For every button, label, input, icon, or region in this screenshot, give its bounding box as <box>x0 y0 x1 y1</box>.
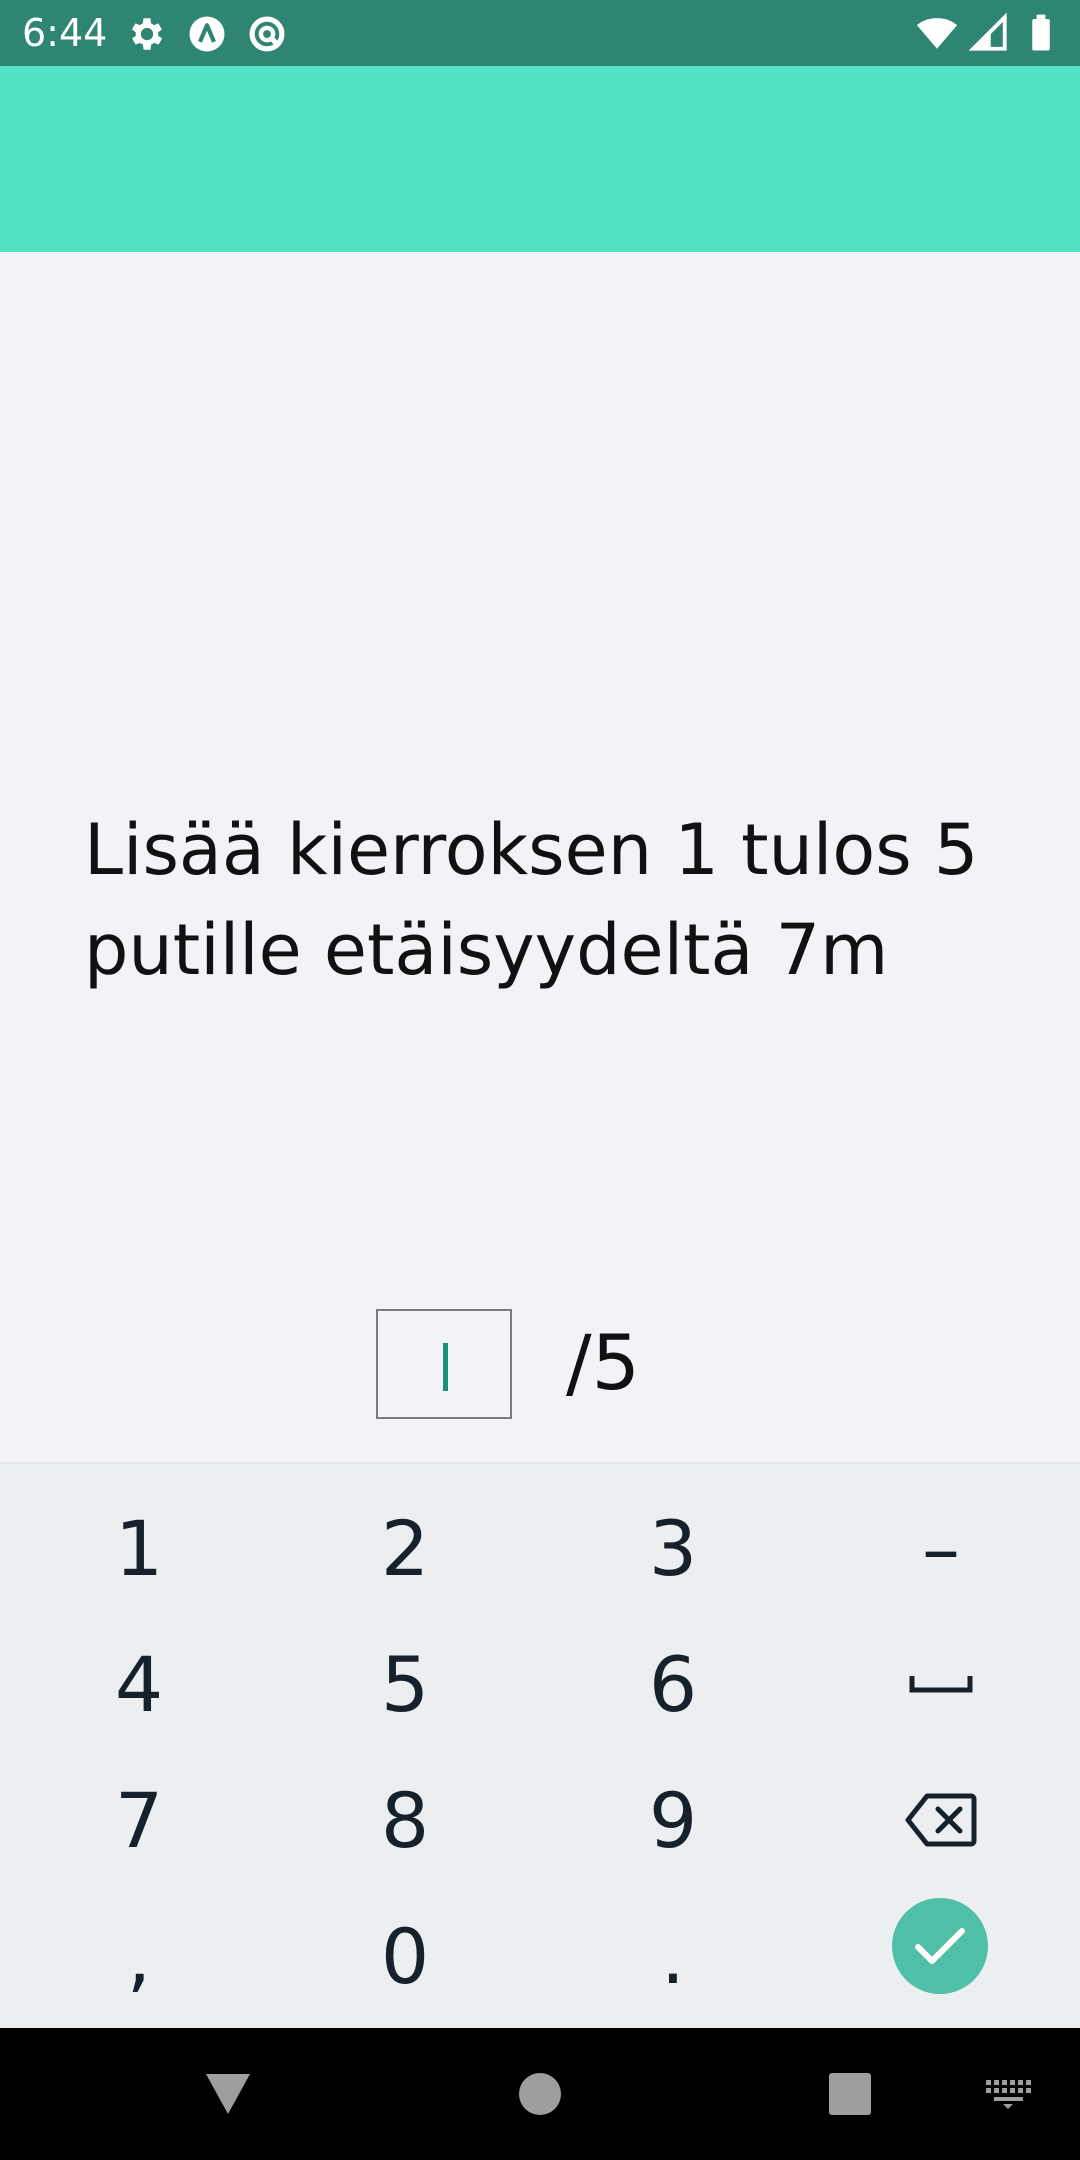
key-comma[interactable]: , <box>4 1888 274 2024</box>
back-button[interactable] <box>178 2028 278 2160</box>
status-time: 6:44 <box>22 11 108 55</box>
key-period-label: . <box>660 1911 686 2001</box>
key-9[interactable]: 9 <box>538 1752 808 1888</box>
key-minus[interactable]: – <box>806 1480 1076 1616</box>
key-0[interactable]: 0 <box>270 1888 540 2024</box>
key-8[interactable]: 8 <box>270 1752 540 1888</box>
back-triangle-icon <box>206 2074 250 2114</box>
checkmark-icon <box>915 1928 965 1964</box>
key-3[interactable]: 3 <box>538 1480 808 1616</box>
app-notification-icon <box>189 16 225 52</box>
home-button[interactable] <box>490 2028 590 2160</box>
key-backspace[interactable] <box>806 1752 1076 1888</box>
key-minus-label: – <box>922 1503 960 1593</box>
key-2[interactable]: 2 <box>270 1480 540 1616</box>
key-8-label: 8 <box>380 1775 430 1865</box>
text-cursor <box>443 1343 448 1391</box>
wifi-icon <box>916 18 958 49</box>
key-6[interactable]: 6 <box>538 1616 808 1752</box>
key-period[interactable]: . <box>538 1888 808 2024</box>
done-button[interactable] <box>892 1898 988 1994</box>
keyboard-switch-button[interactable] <box>976 2028 1040 2160</box>
status-icons-left <box>126 13 288 55</box>
numeric-keyboard: 1 2 3 – 4 5 6 7 8 9 , 0 . <box>0 1462 1080 2028</box>
key-4[interactable]: 4 <box>4 1616 274 1752</box>
home-circle-icon <box>519 2073 561 2115</box>
score-total: /5 <box>566 1318 640 1407</box>
data-saver-icon <box>249 16 285 52</box>
battery-icon <box>1032 14 1050 51</box>
key-1[interactable]: 1 <box>4 1480 274 1616</box>
key-0-label: 0 <box>380 1911 430 2001</box>
key-3-label: 3 <box>648 1503 698 1593</box>
recents-button[interactable] <box>800 2028 900 2160</box>
cell-signal-icon <box>968 12 1007 51</box>
key-5[interactable]: 5 <box>270 1616 540 1752</box>
key-7[interactable]: 7 <box>4 1752 274 1888</box>
keyboard-switch-icon <box>986 2080 1031 2109</box>
prompt-text: Lisää kierroksen 1 tulos 5 putille etäis… <box>84 809 979 991</box>
key-5-label: 5 <box>380 1639 430 1729</box>
key-comma-label: , <box>126 1911 152 2001</box>
key-1-label: 1 <box>114 1503 164 1593</box>
key-4-label: 4 <box>114 1639 164 1729</box>
navigation-bar <box>0 2028 1080 2160</box>
score-input[interactable] <box>376 1309 512 1419</box>
key-9-label: 9 <box>648 1775 698 1865</box>
status-bar: 6:44 <box>0 0 1080 66</box>
backspace-icon <box>905 1793 977 1847</box>
app-bar <box>0 66 1080 252</box>
space-bar-icon <box>909 1676 973 1693</box>
status-icons-right <box>916 12 1062 54</box>
recents-square-icon <box>829 2073 871 2115</box>
settings-gear-icon <box>131 18 163 50</box>
key-space[interactable] <box>806 1616 1076 1752</box>
key-7-label: 7 <box>114 1775 164 1865</box>
key-2-label: 2 <box>380 1503 430 1593</box>
key-6-label: 6 <box>648 1639 698 1729</box>
